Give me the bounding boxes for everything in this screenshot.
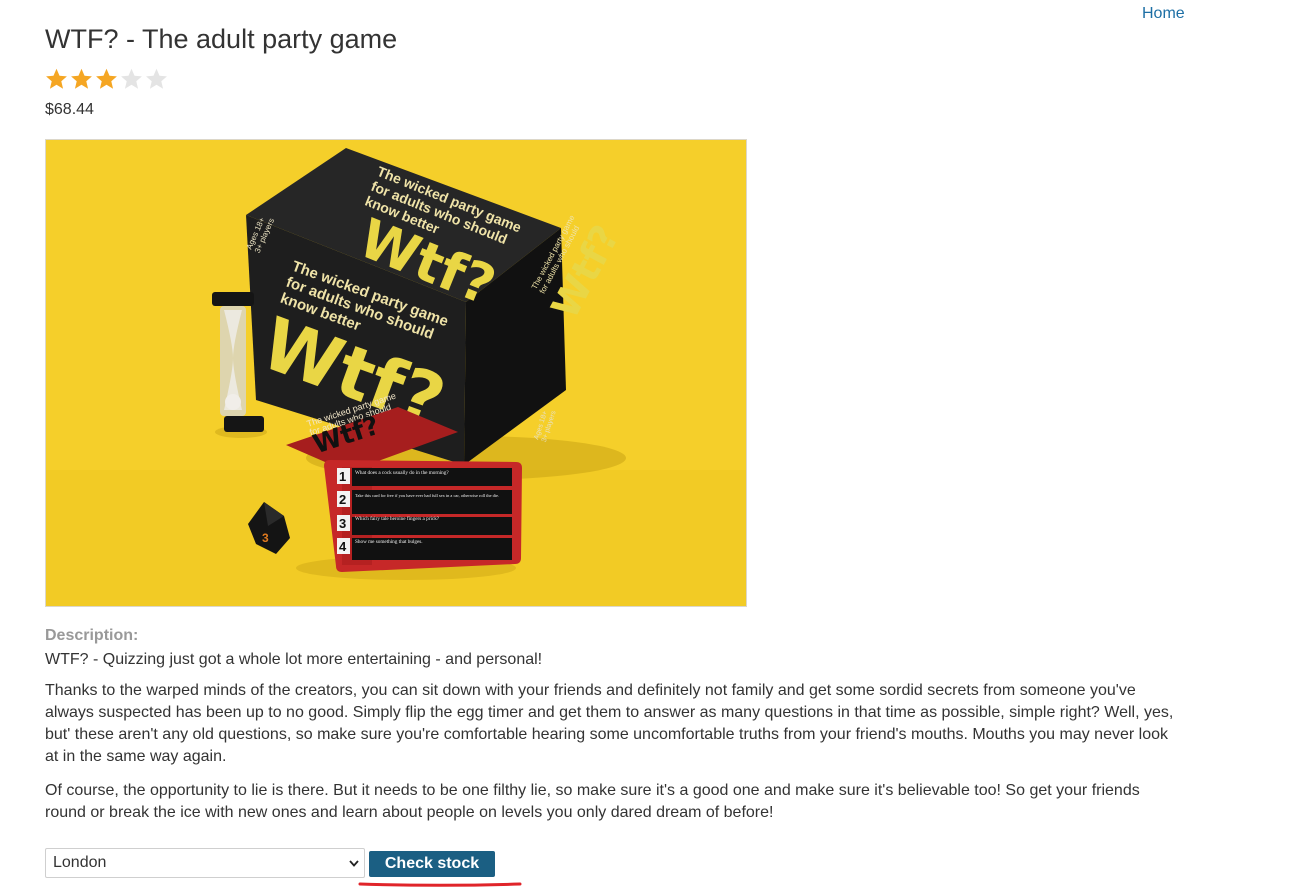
svg-text:4: 4 xyxy=(339,539,347,554)
star-icon xyxy=(71,68,92,89)
home-link[interactable]: Home xyxy=(1142,5,1185,23)
product-page: Home WTF? - The adult party game $68.44 … xyxy=(0,0,1301,889)
svg-text:2: 2 xyxy=(339,492,346,507)
svg-text:Show me something that bulges.: Show me something that bulges. xyxy=(355,539,423,545)
svg-text:What does a cock usually do in: What does a cock usually do in the morni… xyxy=(355,470,449,476)
annotation-underline xyxy=(358,882,522,887)
svg-text:Which fairy tale heroine finge: Which fairy tale heroine fingers a prick… xyxy=(355,515,440,522)
svg-text:3: 3 xyxy=(262,531,269,545)
chevron-down-icon xyxy=(349,860,359,867)
svg-text:3: 3 xyxy=(339,516,346,531)
product-image: The wicked party game for adults who sho… xyxy=(45,139,747,607)
description-paragraph: WTF? - Quizzing just got a whole lot mor… xyxy=(45,651,543,668)
product-price: $68.44 xyxy=(45,101,94,118)
description-paragraph: Thanks to the warped minds of the creato… xyxy=(45,682,1174,765)
star-icon xyxy=(96,68,117,89)
store-select[interactable]: London xyxy=(45,848,365,878)
description-label: Description: xyxy=(45,627,139,644)
star-rating xyxy=(44,66,169,92)
star-icon xyxy=(121,68,142,89)
star-icon xyxy=(46,68,67,89)
svg-text:1: 1 xyxy=(339,469,346,484)
star-icon xyxy=(146,68,167,89)
description-paragraph: Of course, the opportunity to lie is the… xyxy=(45,782,1140,821)
question-card: 1 2 3 4 What does a cock usually do in t… xyxy=(324,460,522,572)
store-select-value: London xyxy=(53,854,107,871)
product-title: WTF? - The adult party game xyxy=(45,24,398,54)
check-stock-button[interactable]: Check stock xyxy=(369,851,495,877)
